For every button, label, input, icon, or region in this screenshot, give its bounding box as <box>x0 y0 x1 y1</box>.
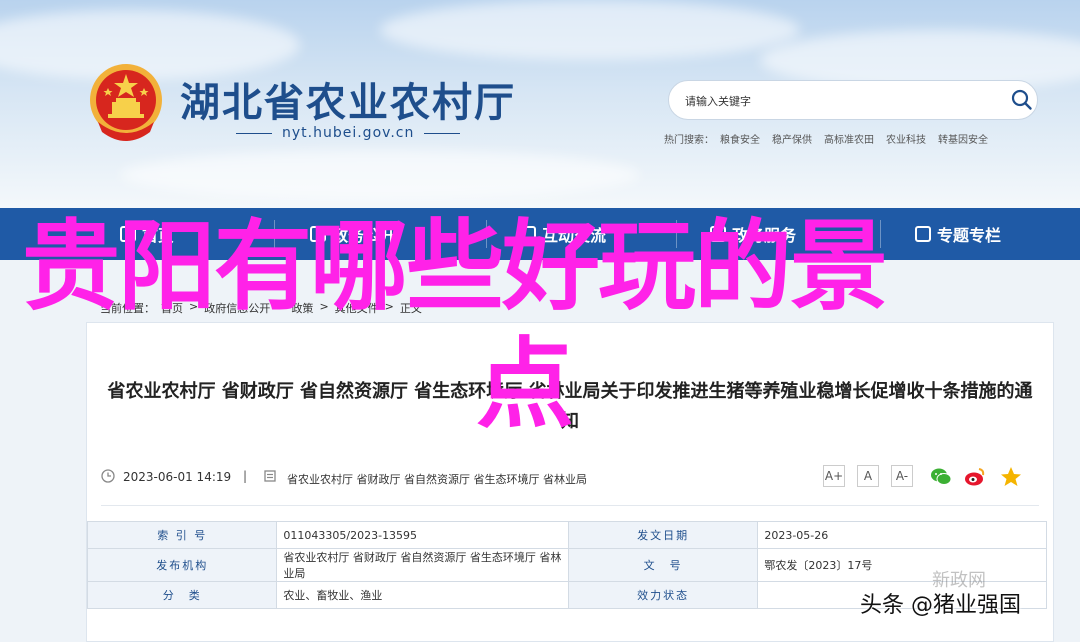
breadcrumb-label: 当前位置： <box>100 302 155 315</box>
breadcrumb-separator: > <box>189 300 199 313</box>
breadcrumb-separator: > <box>319 300 329 313</box>
search-icon[interactable] <box>1011 89 1033 111</box>
info-label: 索 引 号 <box>86 521 278 549</box>
nav-separator <box>486 220 487 248</box>
chat-icon <box>520 226 536 242</box>
wechat-icon[interactable] <box>929 465 953 489</box>
info-label: 发布机构 <box>86 548 278 582</box>
breadcrumb-other-docs[interactable]: 其他文件 <box>335 300 379 316</box>
article-meta: 2023-06-01 14:19 | 省农业农村厅 省财政厅 省自然资源厅 省生… <box>87 463 1053 493</box>
divider-line <box>236 132 272 134</box>
column-icon <box>915 226 931 242</box>
breadcrumb-policy[interactable]: 政策 <box>291 300 313 316</box>
nav-item-label: 政务公开 <box>332 226 397 245</box>
nav-item-label: 政务服务 <box>732 226 797 245</box>
info-label: 效力状态 <box>567 581 759 609</box>
info-value: 省农业农村厅 省财政厅 省自然资源厅 省生态环境厅 省林业局 <box>276 548 569 582</box>
cloud-decoration <box>120 150 640 200</box>
hot-search-item[interactable]: 转基因安全 <box>938 131 988 146</box>
table-row: 索 引 号 011043305/2023-13595 发文日期 2023-05-… <box>86 521 1047 549</box>
publish-date: 2023-06-01 14:19 <box>123 470 232 484</box>
table-row: 发布机构 省农业农村厅 省财政厅 省自然资源厅 省生态环境厅 省林业局 文 号 … <box>86 548 1047 582</box>
info-value: 农业、畜牧业、渔业 <box>276 581 569 609</box>
breadcrumb-current: 正文 <box>399 302 422 315</box>
article-sources: 省农业农村厅 省财政厅 省自然资源厅 省生态环境厅 省林业局 <box>287 473 587 486</box>
site-url-row: nyt.hubei.gov.cn <box>236 125 461 141</box>
article-title: 省农业农村厅 省财政厅 省自然资源厅 省生态环境厅 省林业局关于印发推进生猪等养… <box>107 381 1033 432</box>
info-label: 发文日期 <box>567 521 759 549</box>
breadcrumb-gov-info[interactable]: 政府信息公开 <box>204 300 270 316</box>
home-icon <box>120 226 136 242</box>
hot-search: 热门搜索： 粮食安全 稳产保供 高标准农田 农业科技 转基因安全 <box>664 131 988 146</box>
meta-separator: | <box>243 469 248 483</box>
hot-search-item[interactable]: 粮食安全 <box>720 131 760 146</box>
nav-separator <box>880 220 881 248</box>
breadcrumb-separator: > <box>276 300 286 313</box>
hot-search-item[interactable]: 稳产保供 <box>772 131 812 146</box>
font-reset-button[interactable]: A <box>857 465 879 487</box>
info-label: 分 类 <box>86 581 278 609</box>
cloud-decoration <box>380 0 800 60</box>
nav-item-home[interactable]: 首页 <box>120 222 174 246</box>
nav-separator <box>676 220 677 248</box>
main-nav: 首页 政务公开 互动交流 政务服务 专题专栏 <box>0 208 1080 260</box>
info-value: 2023-05-26 <box>757 521 1047 549</box>
breadcrumb: 当前位置： 首页 > 政府信息公开 > 政策 > 其他文件 > 正文 <box>100 300 422 316</box>
site-title[interactable]: 湖北省农业农村厅 <box>180 70 516 128</box>
info-label: 文 号 <box>567 548 759 582</box>
source-icon <box>264 470 276 482</box>
nav-item-label: 首页 <box>142 226 175 245</box>
font-increase-button[interactable]: A+ <box>823 465 845 487</box>
info-value: 鄂农发〔2023〕17号 <box>757 548 1047 582</box>
search-input[interactable] <box>683 89 987 113</box>
service-icon <box>710 226 726 242</box>
hot-search-item[interactable]: 高标准农田 <box>824 131 874 146</box>
nav-item-label: 专题专栏 <box>937 226 1002 245</box>
nav-item-gov-info[interactable]: 政务公开 <box>310 222 396 246</box>
favorite-icon[interactable] <box>999 465 1023 489</box>
clock-icon <box>101 469 115 483</box>
hot-search-label: 热门搜索： <box>664 135 714 146</box>
font-decrease-button[interactable]: A- <box>891 465 913 487</box>
info-value: 011043305/2023-13595 <box>276 521 569 549</box>
weibo-icon[interactable] <box>963 465 987 489</box>
toutiao-watermark: 头条 @猪业强国 <box>860 593 1021 618</box>
breadcrumb-separator: > <box>384 300 394 313</box>
document-icon <box>310 226 326 242</box>
search-box <box>668 80 1038 120</box>
hot-search-item[interactable]: 农业科技 <box>886 131 926 146</box>
site-header: 湖北省农业农村厅 nyt.hubei.gov.cn 热门搜索： 粮食安全 稳产保… <box>0 0 1080 208</box>
site-url[interactable]: nyt.hubei.gov.cn <box>282 125 414 141</box>
breadcrumb-home[interactable]: 首页 <box>161 300 183 316</box>
nav-item-service[interactable]: 政务服务 <box>710 222 796 246</box>
nav-item-interaction[interactable]: 互动交流 <box>520 222 606 246</box>
national-emblem-icon <box>90 64 162 141</box>
meta-divider <box>101 505 1039 506</box>
divider-line <box>424 132 461 134</box>
nav-separator <box>274 220 275 248</box>
nav-item-topics[interactable]: 专题专栏 <box>915 222 1001 246</box>
nav-item-label: 互动交流 <box>542 226 607 245</box>
